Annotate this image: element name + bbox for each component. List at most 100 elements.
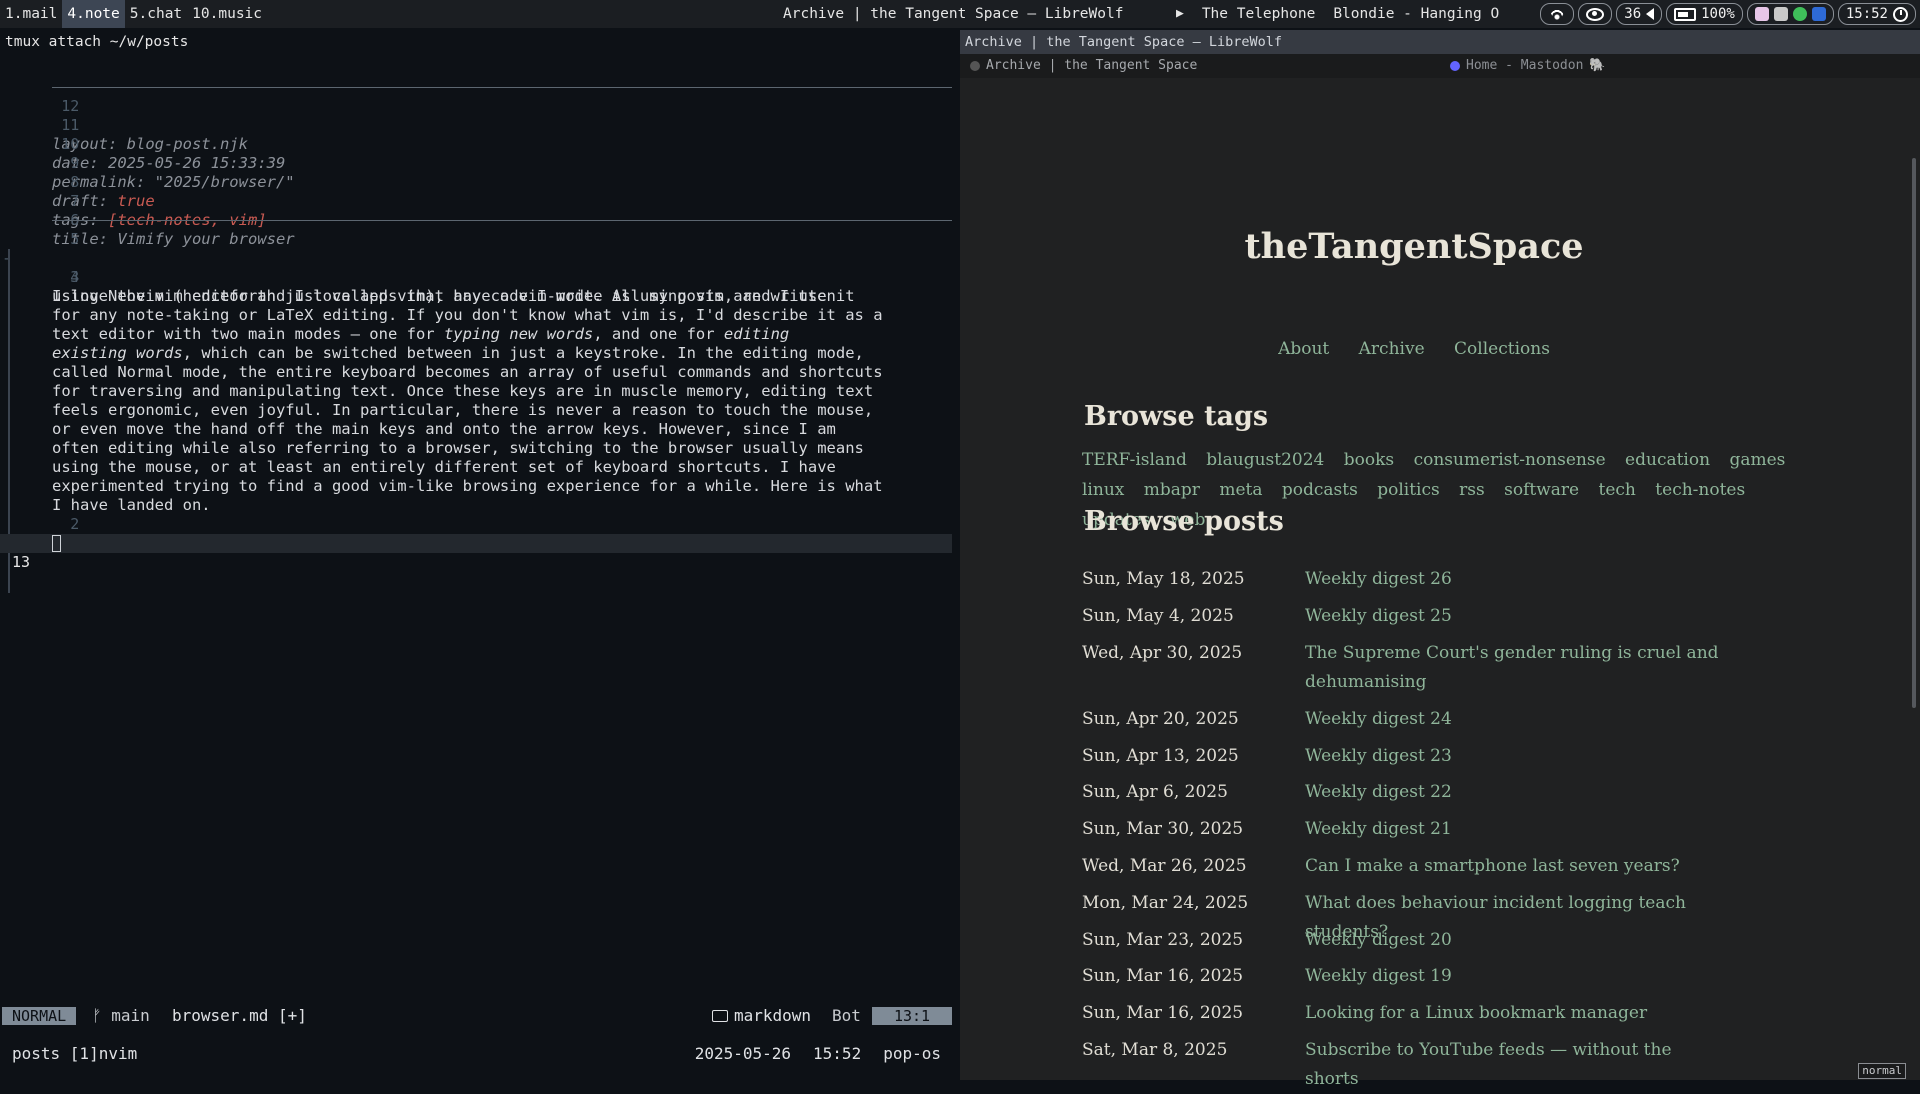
play-icon[interactable]: ▶	[1176, 0, 1184, 28]
editor-line: 8 draft: true	[0, 154, 952, 210]
post-link[interactable]: Subscribe to YouTube feeds — without the…	[1305, 1036, 1725, 1094]
workspace-10-music[interactable]: 10.music	[187, 0, 267, 28]
workspace-4-note[interactable]: 4.note	[62, 0, 125, 28]
nav-collections[interactable]: Collections	[1454, 339, 1550, 359]
post-link[interactable]: Weekly digest 20	[1305, 926, 1725, 955]
app-tray-icon[interactable]	[1754, 7, 1769, 21]
frontmatter-rule	[52, 220, 952, 221]
frontmatter-rule	[52, 87, 952, 88]
editor-line: existing words, which can be switched be…	[0, 325, 952, 362]
post-date: Sat, Mar 8, 2025	[1082, 1040, 1228, 1060]
post-link[interactable]: Looking for a Linux bookmark manager	[1305, 999, 1725, 1028]
tag-link[interactable]: podcasts	[1282, 480, 1358, 500]
tmux-session[interactable]: posts [1]nvim	[12, 1044, 137, 1064]
post-link[interactable]: Weekly digest 26	[1305, 565, 1725, 594]
post-link[interactable]: Weekly digest 24	[1305, 705, 1725, 734]
post-link[interactable]: Weekly digest 23	[1305, 742, 1725, 771]
post-link[interactable]: Can I make a smartphone last seven years…	[1305, 852, 1725, 881]
vim-mode-indicator: normal	[1858, 1063, 1906, 1079]
scroll-position: Bot	[832, 1006, 861, 1025]
volume-level: 36	[1624, 6, 1642, 22]
filetype: markdown	[712, 1006, 811, 1026]
workspace-5-chat[interactable]: 5.chat	[125, 0, 187, 28]
text-cursor	[52, 535, 61, 552]
tmux-time: 15:52	[813, 1044, 862, 1063]
chat-tray-icon[interactable]	[1792, 7, 1807, 21]
tab-mastodon[interactable]: Home - Mastodon 🐘	[1450, 54, 1606, 78]
post-link[interactable]: The Supreme Court's gender ruling is cru…	[1305, 639, 1725, 697]
focused-window-title: Archive | the Tangent Space — LibreWolf	[783, 6, 1124, 22]
post-date: Sun, Mar 23, 2025	[1082, 930, 1244, 950]
nvim-editor[interactable]: 12 11 layout: blog-post.njk 10 date: 202…	[0, 78, 952, 1018]
workspace-1-mail[interactable]: 1.mail	[0, 0, 62, 28]
browser-window: Archive | the Tangent Space — LibreWolf …	[960, 30, 1920, 1089]
tag-link[interactable]: consumerist-nonsense	[1414, 450, 1606, 470]
tmux-date: 2025-05-26	[694, 1044, 792, 1063]
clock-time: 15:52	[1845, 6, 1888, 22]
clock-pill[interactable]: 15:52	[1837, 3, 1916, 25]
tray-apps	[1746, 3, 1834, 25]
tag-link[interactable]: software	[1504, 480, 1579, 500]
current-line[interactable]: 13	[0, 534, 952, 571]
markdown-icon	[712, 1010, 728, 1022]
post-link[interactable]: Weekly digest 19	[1305, 962, 1725, 991]
tag-link[interactable]: politics	[1377, 480, 1440, 500]
tab-archive[interactable]: Archive | the Tangent Space	[970, 54, 1197, 78]
system-tray: 36 100% 15:52	[1540, 3, 1916, 25]
post-link[interactable]: Weekly digest 25	[1305, 602, 1725, 631]
post-link[interactable]: Weekly digest 21	[1305, 815, 1725, 844]
editor-line: 1	[0, 515, 952, 552]
network-pill[interactable]	[1540, 3, 1575, 25]
tag-link[interactable]: mbapr	[1144, 480, 1200, 500]
image-tray-icon[interactable]	[1773, 7, 1788, 21]
post-date: Wed, Mar 26, 2025	[1082, 856, 1247, 876]
post-date: Sun, Apr 6, 2025	[1082, 782, 1228, 802]
browser-tab-bar: Archive | the Tangent Space Home - Masto…	[960, 54, 1920, 78]
privacy-pill[interactable]	[1578, 3, 1613, 25]
nav-archive[interactable]: Archive	[1359, 339, 1425, 359]
page-scrollbar[interactable]	[1912, 158, 1916, 708]
post-date: Sun, May 18, 2025	[1082, 569, 1245, 589]
tag-link[interactable]: books	[1344, 450, 1394, 470]
editor-line: 3 I love the vim editor and I love apps …	[0, 249, 952, 305]
tag-link[interactable]: meta	[1219, 480, 1262, 500]
tag-link[interactable]: education	[1625, 450, 1710, 470]
site-nav: About Archive Collections	[960, 339, 1868, 359]
editor-line: 6 title: Vimify your browser	[0, 192, 952, 248]
volume-pill[interactable]: 36	[1616, 3, 1663, 25]
eye-icon	[1586, 7, 1605, 21]
post-date: Sun, Mar 16, 2025	[1082, 1003, 1244, 1023]
tag-link[interactable]: blaugust2024	[1206, 450, 1324, 470]
tag-link[interactable]: tech	[1599, 480, 1636, 500]
tag-link[interactable]: linux	[1082, 480, 1124, 500]
editor-line: 9 permalink: "2025/browser/"	[0, 135, 952, 191]
elephant-icon: 🐘	[1589, 58, 1606, 73]
clock-icon	[1893, 6, 1908, 22]
battery-icon	[1674, 7, 1697, 21]
nvim-statusline: NORMAL ᚠ main browser.md [+] markdown Bo…	[0, 1006, 952, 1026]
editor-line: I have landed on.	[0, 477, 952, 514]
tag-link[interactable]: TERF-island	[1082, 450, 1187, 470]
tag-link[interactable]: games	[1729, 450, 1785, 470]
editor-line: often editing while also referring to a …	[0, 420, 952, 457]
editor-line: 7 tags: [tech-notes, vim]	[0, 173, 952, 229]
nav-about[interactable]: About	[1278, 339, 1329, 359]
post-date: Sun, Mar 16, 2025	[1082, 966, 1244, 986]
editor-line: 11 layout: blog-post.njk	[0, 97, 952, 153]
tmux-right-status: 2025-05-26 15:52 pop-os	[695, 1044, 941, 1064]
editor-line: 2	[0, 496, 952, 533]
editor-line: 12	[0, 78, 952, 115]
editor-line: or even move the hand off the main keys …	[0, 401, 952, 438]
tag-link[interactable]: rss	[1459, 480, 1485, 500]
site-title[interactable]: theTangentSpace	[960, 226, 1868, 267]
speaker-icon	[1646, 8, 1655, 20]
tmux-status-bar: posts [1]nvim 2025-05-26 15:52 pop-os	[0, 1044, 958, 1064]
post-date: Mon, Mar 24, 2025	[1082, 893, 1249, 913]
top-bar: 1.mail 4.note 5.chat 10.music Archive | …	[0, 0, 1920, 28]
post-link[interactable]: Weekly digest 22	[1305, 778, 1725, 807]
media-artist: Blondie - Hanging O	[1333, 6, 1500, 22]
media-widget[interactable]: ▶ The Telephone Blondie - Hanging O	[1176, 0, 1499, 28]
shield-tray-icon[interactable]	[1811, 7, 1826, 21]
battery-pill[interactable]: 100%	[1666, 3, 1743, 25]
tag-link[interactable]: tech-notes	[1655, 480, 1745, 500]
